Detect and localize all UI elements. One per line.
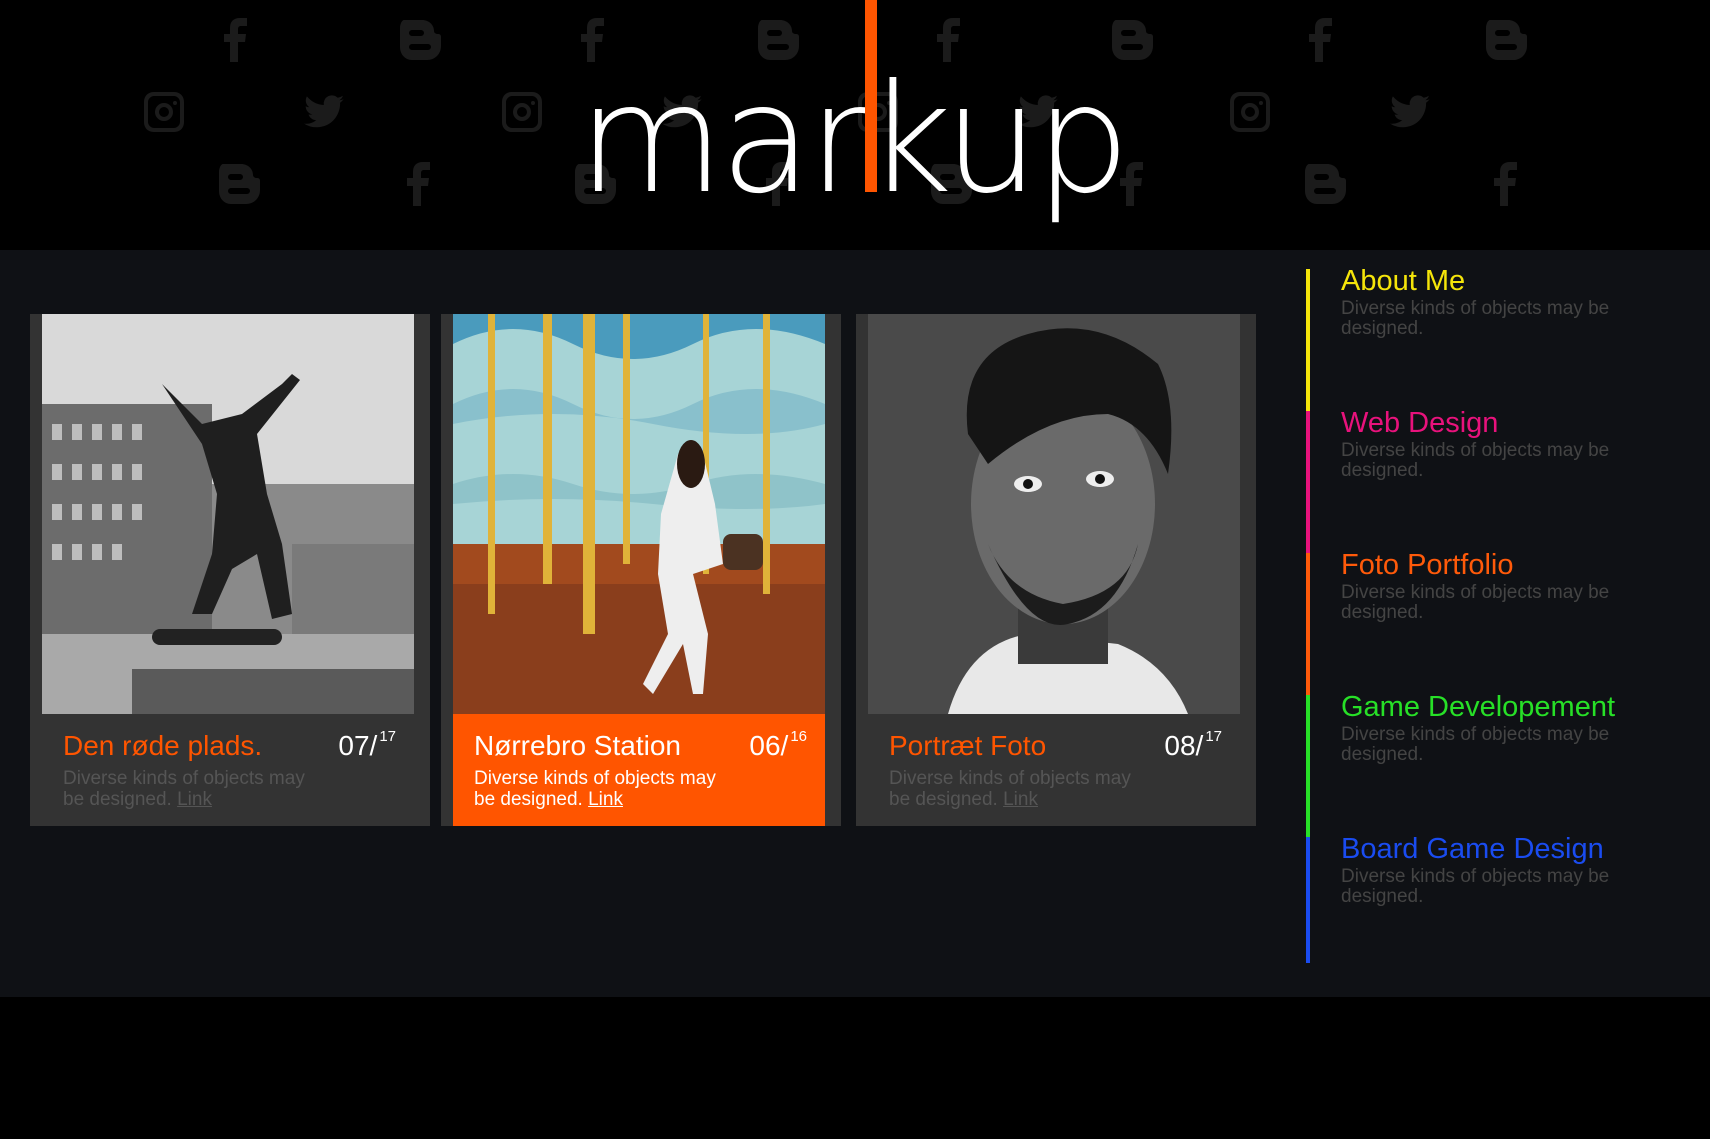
card-date: 06/16: [749, 728, 807, 761]
nav-subtitle: Diverse kinds of objects may be designed…: [1341, 582, 1610, 623]
card-title[interactable]: Den røde plads.: [63, 730, 262, 762]
card-photo-skater[interactable]: [42, 314, 414, 714]
card-date: 07/17: [338, 728, 396, 761]
nav-label[interactable]: Foto Portfolio: [1341, 549, 1513, 582]
nav-item-about-me[interactable]: About Me Diverse kinds of objects may be…: [1306, 265, 1686, 411]
card-photo-mural[interactable]: [453, 314, 825, 714]
card-link[interactable]: Link: [588, 789, 623, 810]
nav-color-line: [1306, 269, 1310, 411]
instagram-icon: [1230, 92, 1270, 132]
nav-item-foto-portfolio[interactable]: Foto Portfolio Diverse kinds of objects …: [1306, 549, 1686, 695]
logo[interactable]: markup: [578, 40, 1130, 240]
facebook-icon: [1494, 162, 1517, 206]
blogger-icon: [1486, 20, 1527, 60]
category-nav: About Me Diverse kinds of objects may be…: [1306, 265, 1686, 969]
card-date: 08/17: [1164, 728, 1222, 761]
site-header: markup: [0, 0, 1710, 250]
card-description: Diverse kinds of objects may be designed…: [63, 768, 305, 810]
portfolio-card[interactable]: Portræt Foto 08/17 Diverse kinds of obje…: [856, 314, 1256, 826]
nav-label[interactable]: Board Game Design: [1341, 833, 1604, 866]
nav-subtitle: Diverse kinds of objects may be designed…: [1341, 298, 1610, 339]
blogger-icon: [219, 164, 260, 204]
nav-color-line: [1306, 695, 1310, 837]
twitter-icon: [1390, 95, 1431, 128]
portfolio-card[interactable]: Den røde plads. 07/17 Diverse kinds of o…: [30, 314, 430, 826]
card-caption: Nørrebro Station 06/16 Diverse kinds of …: [453, 714, 825, 826]
nav-item-game-development[interactable]: Game Developement Diverse kinds of objec…: [1306, 691, 1686, 837]
instagram-icon: [144, 92, 184, 132]
nav-label[interactable]: Web Design: [1341, 407, 1498, 440]
nav-item-web-design[interactable]: Web Design Diverse kinds of objects may …: [1306, 407, 1686, 553]
nav-subtitle: Diverse kinds of objects may be designed…: [1341, 866, 1610, 907]
nav-label[interactable]: Game Developement: [1341, 691, 1615, 724]
nav-label[interactable]: About Me: [1341, 265, 1465, 298]
nav-subtitle: Diverse kinds of objects may be designed…: [1341, 440, 1610, 481]
card-link[interactable]: Link: [177, 789, 212, 810]
logo-text: markup: [578, 53, 1130, 227]
card-photo-portrait[interactable]: [868, 314, 1240, 714]
facebook-icon: [224, 18, 247, 62]
nav-color-line: [1306, 411, 1310, 553]
nav-color-line: [1306, 837, 1310, 963]
card-caption: Den røde plads. 07/17 Diverse kinds of o…: [42, 714, 414, 826]
logo-accent-bar: [865, 0, 877, 192]
nav-subtitle: Diverse kinds of objects may be designed…: [1341, 724, 1610, 765]
twitter-icon: [304, 95, 345, 128]
blogger-icon: [400, 20, 441, 60]
main-content: Den røde plads. 07/17 Diverse kinds of o…: [0, 250, 1710, 997]
facebook-icon: [1309, 18, 1332, 62]
card-title[interactable]: Nørrebro Station: [474, 730, 681, 762]
instagram-icon: [502, 92, 542, 132]
card-description: Diverse kinds of objects may be designed…: [889, 768, 1131, 810]
card-title[interactable]: Portræt Foto: [889, 730, 1046, 762]
facebook-icon: [407, 162, 430, 206]
card-description: Diverse kinds of objects may be designed…: [474, 768, 716, 810]
blogger-icon: [1305, 164, 1346, 204]
portfolio-card-active[interactable]: Nørrebro Station 06/16 Diverse kinds of …: [441, 314, 841, 826]
nav-color-line: [1306, 553, 1310, 695]
card-link[interactable]: Link: [1003, 789, 1038, 810]
card-caption: Portræt Foto 08/17 Diverse kinds of obje…: [868, 714, 1240, 826]
nav-item-board-game-design[interactable]: Board Game Design Diverse kinds of objec…: [1306, 833, 1686, 963]
